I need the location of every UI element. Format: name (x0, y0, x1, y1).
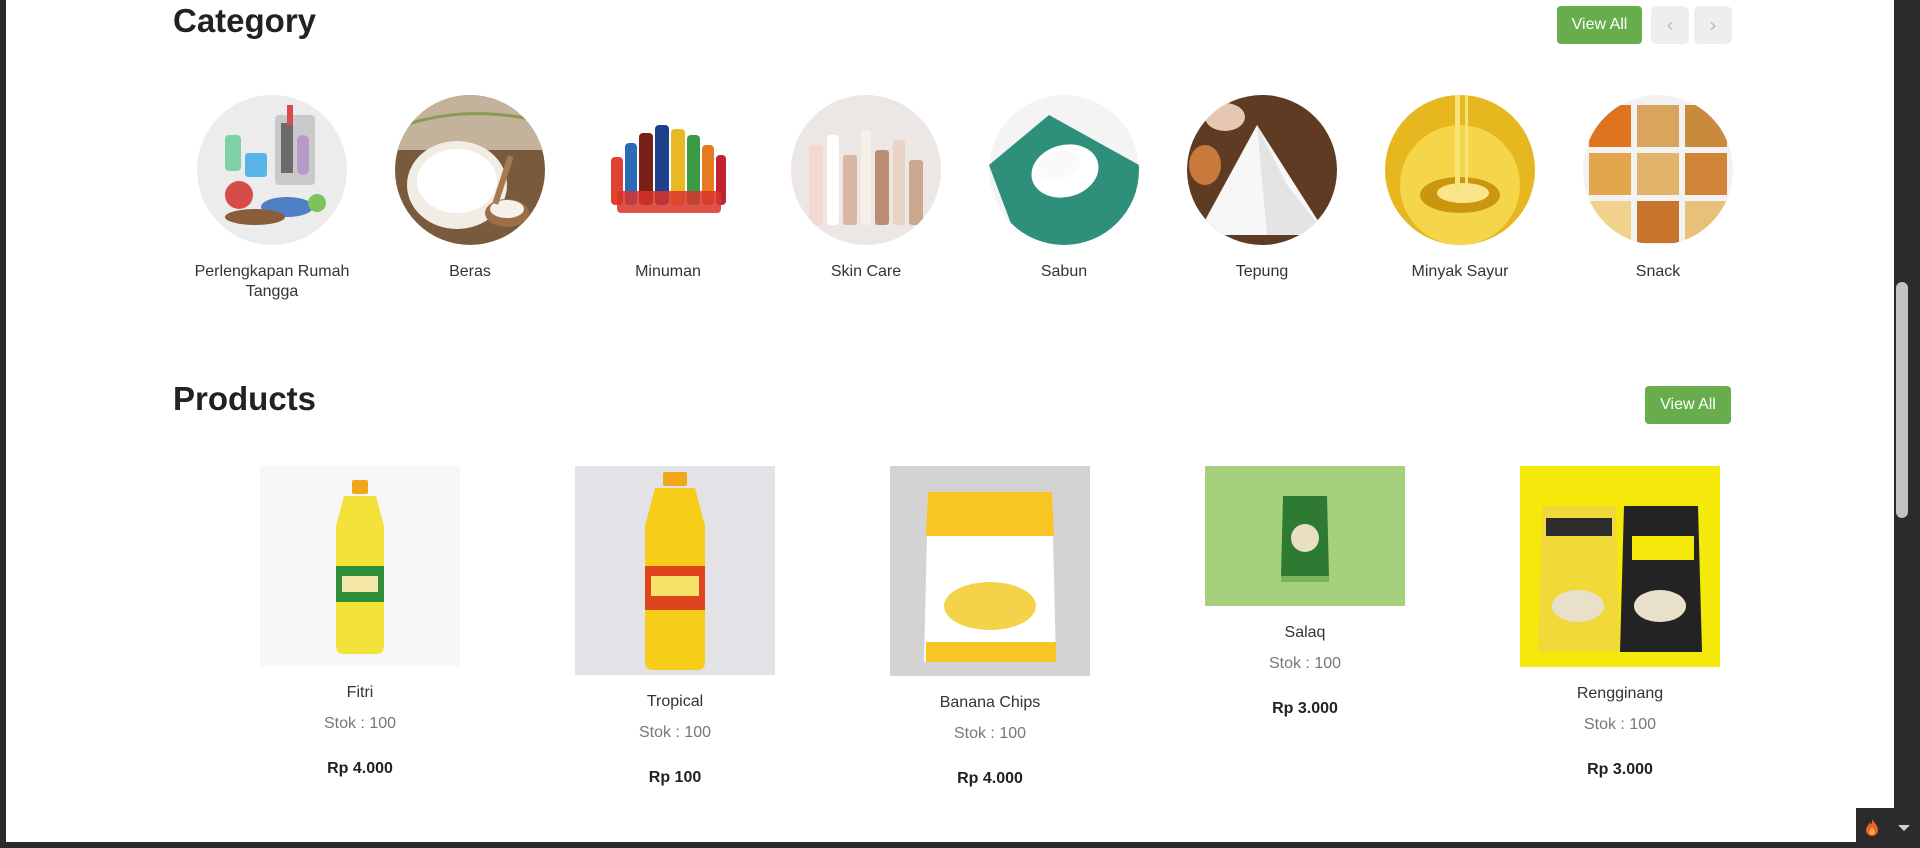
products-title: Products (173, 380, 317, 417)
product-name: Banana Chips (939, 694, 1041, 711)
category-item-minuman[interactable]: Minuman (569, 95, 767, 282)
household-image (197, 95, 347, 245)
product-stock: Stok : 100 (1583, 716, 1657, 733)
product-name: Fitri (346, 684, 374, 701)
product-price: Rp 3.000 (1587, 761, 1653, 778)
category-prev-button[interactable]: ‹ (1651, 6, 1689, 44)
product-image-fitri (260, 466, 460, 666)
vertical-scrollbar[interactable] (1894, 0, 1914, 842)
oil-image (1385, 95, 1535, 245)
chevron-down-icon[interactable] (1897, 823, 1911, 833)
category-label: Minuman (635, 263, 701, 280)
category-item-minyak-sayur[interactable]: Minyak Sayur (1361, 95, 1559, 282)
product-image-banana-chips (890, 466, 1090, 676)
category-label: Sabun (1040, 263, 1088, 280)
category-item-beras[interactable]: Beras (371, 95, 569, 282)
category-item-snack[interactable]: Snack (1559, 95, 1757, 282)
snack-image (1583, 95, 1733, 245)
category-label: Beras (449, 263, 491, 280)
category-next-button[interactable]: › (1694, 6, 1732, 44)
product-card-fitri[interactable]: Fitri Stok : 100 Rp 4.000 (230, 466, 490, 778)
category-label: Skin Care (830, 263, 902, 280)
product-stock: Stok : 100 (638, 724, 712, 741)
product-stock: Stok : 100 (323, 715, 397, 732)
category-item-tepung[interactable]: Tepung (1163, 95, 1361, 282)
flour-image (1187, 95, 1337, 245)
scrollbar-thumb[interactable] (1896, 282, 1908, 518)
product-price: Rp 3.000 (1272, 700, 1338, 717)
product-name: Rengginang (1576, 685, 1664, 702)
product-price: Rp 4.000 (957, 770, 1023, 787)
page-viewport: Category View All ‹ › Perlengkapan Rumah… (6, 0, 1894, 842)
skincare-image (791, 95, 941, 245)
product-card-rengginang[interactable]: Rengginang Stok : 100 Rp 3.000 (1490, 466, 1750, 779)
category-item-sabun[interactable]: Sabun (965, 95, 1163, 282)
product-image-rengginang (1520, 466, 1720, 667)
category-label: Minyak Sayur (1411, 263, 1509, 280)
category-item-skin-care[interactable]: Skin Care (767, 95, 965, 282)
corner-widget[interactable] (1856, 808, 1920, 848)
product-price: Rp 4.000 (327, 760, 393, 777)
product-name: Salaq (1284, 624, 1326, 641)
category-header: Category View All ‹ › (173, 0, 1732, 52)
drinks-image (593, 95, 743, 245)
category-label: Snack (1635, 263, 1681, 280)
rice-image (395, 95, 545, 245)
product-price: Rp 100 (648, 769, 702, 786)
category-title: Category (173, 2, 317, 39)
category-item-household[interactable]: Perlengkapan Rumah Tangga (173, 95, 371, 302)
product-card-salaq[interactable]: Salaq Stok : 100 Rp 3.000 (1175, 466, 1435, 718)
category-view-all-button[interactable]: View All (1557, 6, 1642, 44)
flame-icon[interactable] (1865, 819, 1879, 837)
category-label: Perlengkapan Rumah Tangga (194, 263, 350, 300)
product-card-banana-chips[interactable]: Banana Chips Stok : 100 Rp 4.000 (860, 466, 1120, 788)
category-label: Tepung (1235, 263, 1289, 280)
product-stock: Stok : 100 (1268, 655, 1342, 672)
product-card-tropical[interactable]: Tropical Stok : 100 Rp 100 (545, 466, 805, 787)
product-image-tropical (575, 466, 775, 675)
products-header: Products View All (173, 378, 1732, 428)
products-view-all-button[interactable]: View All (1645, 386, 1731, 424)
product-stock: Stok : 100 (953, 725, 1027, 742)
soap-image (989, 95, 1139, 245)
product-name: Tropical (646, 693, 704, 710)
product-image-salaq (1205, 466, 1405, 606)
